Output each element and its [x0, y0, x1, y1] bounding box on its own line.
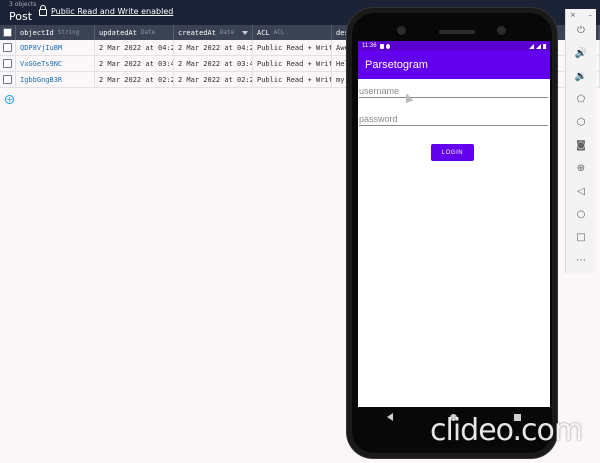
minimize-icon[interactable]: – [589, 11, 593, 19]
class-name: Post [9, 10, 33, 23]
volume-up-icon[interactable]: 🔊 [574, 47, 588, 61]
power-icon[interactable]: ⏻ [574, 24, 588, 38]
row-checkbox[interactable] [3, 59, 12, 68]
lock-icon [39, 5, 47, 16]
status-bar: 11:36 [358, 41, 550, 51]
plus-circle-icon[interactable]: + [5, 95, 14, 104]
camera-dot-icon [397, 26, 406, 35]
status-time: 11:36 [362, 43, 377, 49]
cell-acl[interactable]: Public Read + Write [253, 56, 332, 71]
row-checkbox-cell [0, 40, 16, 55]
wifi-icon [529, 43, 534, 49]
password-field[interactable]: password [359, 114, 548, 126]
username-field[interactable]: username [359, 86, 548, 98]
cell-createdat[interactable]: 2 Mar 2022 at 03:4… [174, 56, 253, 71]
select-all-cell [0, 25, 16, 40]
cell-objectid[interactable]: VxGGeTs9NC [16, 56, 95, 71]
login-button[interactable]: LOGIN [431, 144, 474, 161]
signal-icon [536, 43, 541, 49]
home-icon[interactable]: ○ [574, 208, 588, 222]
object-count: 3 objects [9, 1, 37, 8]
cell-updatedat[interactable]: 2 Mar 2022 at 03:4… [95, 56, 174, 71]
row-checkbox-cell [0, 56, 16, 71]
row-checkbox[interactable] [3, 43, 12, 52]
emulator-toolbar: × – ⏻ 🔊 🔉 ⬠ ⬡ ◙ ⊕ ◁ ○ □ ⋯ [565, 9, 596, 273]
row-checkbox-cell [0, 72, 16, 87]
cell-updatedat[interactable]: 2 Mar 2022 at 04:2… [95, 40, 174, 55]
cell-objectid[interactable]: QDP8VjIuBM [16, 40, 95, 55]
app-title: Parsetogram [365, 59, 428, 71]
cell-acl[interactable]: Public Read + Write [253, 40, 332, 55]
volume-down-icon[interactable]: 🔉 [574, 70, 588, 84]
sensor-dot-icon [497, 26, 506, 35]
app-bar: Parsetogram [358, 51, 550, 79]
cell-acl[interactable]: Public Read + Write [253, 72, 332, 87]
sort-arrow-icon[interactable] [242, 30, 248, 35]
toolbar-window-controls: × – [566, 9, 596, 21]
zoom-icon[interactable]: ⊕ [574, 162, 588, 176]
column-header-acl[interactable]: ACL ACL [253, 25, 332, 40]
status-right [529, 43, 546, 49]
cell-createdat[interactable]: 2 Mar 2022 at 02:2… [174, 72, 253, 87]
sync-icon [385, 43, 390, 49]
column-header-objectid[interactable]: objectId String [16, 25, 95, 40]
column-header-updatedat[interactable]: updatedAt Date [95, 25, 174, 40]
row-checkbox[interactable] [3, 75, 12, 84]
nav-back-icon[interactable] [386, 413, 393, 421]
overview-icon[interactable]: □ [574, 231, 588, 245]
battery-icon [543, 43, 546, 49]
sim-icon [379, 43, 384, 49]
rotate-right-icon[interactable]: ⬡ [574, 116, 588, 130]
close-icon[interactable]: × [570, 11, 576, 19]
cell-objectid[interactable]: IgbbGngB3R [16, 72, 95, 87]
back-icon[interactable]: ◁ [574, 185, 588, 199]
phone-screen: 11:36 Parsetogram username password LOGI… [358, 41, 550, 407]
acl-link[interactable]: Public Read and Write enabled [39, 5, 174, 16]
watermark: clideo.com [430, 413, 583, 448]
acl-link-label: Public Read and Write enabled [51, 7, 174, 16]
more-icon[interactable]: ⋯ [574, 254, 588, 268]
cell-updatedat[interactable]: 2 Mar 2022 at 02:2… [95, 72, 174, 87]
camera-icon[interactable]: ◙ [574, 139, 588, 153]
cell-createdat[interactable]: 2 Mar 2022 at 04:2… [174, 40, 253, 55]
speaker-grille [439, 30, 475, 34]
select-all-checkbox[interactable] [3, 28, 12, 37]
column-header-createdat[interactable]: createdAt Date [174, 25, 253, 40]
rotate-left-icon[interactable]: ⬠ [574, 93, 588, 107]
